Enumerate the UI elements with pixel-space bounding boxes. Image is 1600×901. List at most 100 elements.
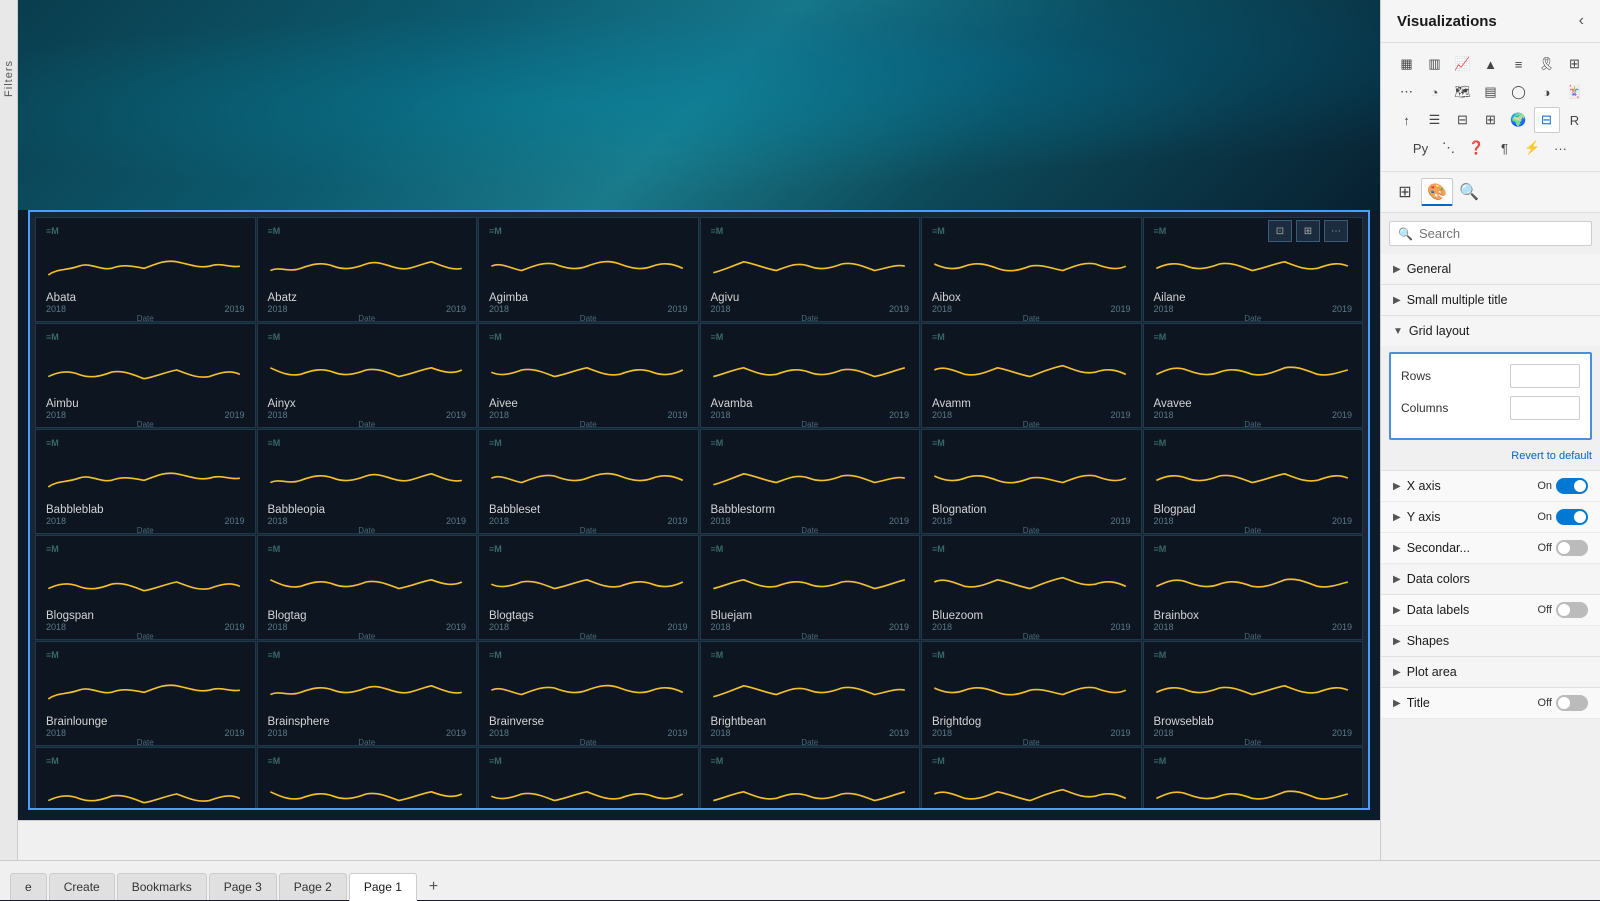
viz-icon-table[interactable]: ⊟ bbox=[1450, 107, 1476, 133]
tab-bookmarks[interactable]: Bookmarks bbox=[117, 873, 207, 900]
viz-cell[interactable]: ≡M Avavee 2018 2019 Date bbox=[1143, 323, 1364, 428]
viz-ctrl-2[interactable]: ⊞ bbox=[1296, 220, 1320, 242]
viz-icon-more[interactable]: ··· bbox=[1548, 135, 1574, 161]
viz-cell[interactable]: ≡M Browsebug 2018 2019 Date bbox=[35, 747, 256, 808]
y-axis-section-header[interactable]: ▶ Y axis bbox=[1393, 510, 1537, 524]
viz-icon-smart[interactable]: ⚡ bbox=[1520, 135, 1546, 161]
viz-cell[interactable]: ≡M Aimbu 2018 2019 Date bbox=[35, 323, 256, 428]
viz-cell[interactable]: ≡M Browseblab 2018 2019 Date bbox=[1143, 641, 1364, 746]
viz-icon-decomp[interactable]: ⋱ bbox=[1436, 135, 1462, 161]
viz-icon-waterfall[interactable]: ⊞ bbox=[1562, 51, 1588, 77]
columns-value[interactable] bbox=[1511, 398, 1580, 418]
viz-icon-donut[interactable]: ◯ bbox=[1506, 79, 1532, 105]
rows-value[interactable] bbox=[1511, 366, 1580, 386]
viz-icon-ribbon[interactable]: 🎗 bbox=[1534, 51, 1560, 77]
viz-icon-r[interactable]: R bbox=[1562, 107, 1588, 133]
viz-icon-smallmultiple[interactable]: ⊟ bbox=[1534, 107, 1560, 133]
viz-icon-matrix[interactable]: ⊞ bbox=[1478, 107, 1504, 133]
viz-icon-scatter[interactable]: ⋯ bbox=[1394, 79, 1420, 105]
viz-cell[interactable]: ≡M Blogtags 2018 2019 Date bbox=[478, 535, 699, 640]
viz-icon-filledmap[interactable]: 🌍 bbox=[1506, 107, 1532, 133]
viz-ctrl-3[interactable]: ⋯ bbox=[1324, 220, 1348, 242]
viz-cell[interactable]: ≡M Brightbean 2018 2019 Date bbox=[700, 641, 921, 746]
viz-icon-pie[interactable]: ◔ bbox=[1422, 79, 1448, 105]
viz-cell[interactable]: ≡M Ainyx 2018 2019 Date bbox=[257, 323, 478, 428]
viz-cell[interactable]: ≡M Babbleblab 2018 2019 Date bbox=[35, 429, 256, 534]
tab-page-3[interactable]: Page 3 bbox=[209, 873, 277, 900]
title-section-header[interactable]: ▶ Title bbox=[1393, 696, 1538, 710]
section-smt-header[interactable]: ▶ Small multiple title bbox=[1381, 285, 1600, 315]
viz-icon-map[interactable]: 🗺 bbox=[1450, 79, 1476, 105]
viz-icon-treemap[interactable]: ▤ bbox=[1478, 79, 1504, 105]
viz-cell[interactable]: ≡M Aibox 2018 2019 Date bbox=[921, 217, 1142, 322]
secondary-toggle-value: Off bbox=[1538, 540, 1588, 556]
section-shapes-header[interactable]: ▶ Shapes bbox=[1381, 626, 1600, 656]
viz-cell[interactable]: ≡M Avamba 2018 2019 Date bbox=[700, 323, 921, 428]
x-axis-section-header[interactable]: ▶ X axis bbox=[1393, 479, 1537, 493]
viz-cell[interactable]: ≡M Brainlounge 2018 2019 Date bbox=[35, 641, 256, 746]
viz-icon-qa[interactable]: ❓ bbox=[1464, 135, 1490, 161]
viz-icon-narrative[interactable]: ¶ bbox=[1492, 135, 1518, 161]
viz-cell[interactable]: ≡M Aivee 2018 2019 Date bbox=[478, 323, 699, 428]
viz-cell[interactable]: ≡M Agimba 2018 2019 Date bbox=[478, 217, 699, 322]
columns-spinbox[interactable]: ▲ ▼ bbox=[1510, 396, 1580, 420]
viz-cell[interactable]: ≡M Avamm 2018 2019 Date bbox=[921, 323, 1142, 428]
viz-icon-kpi[interactable]: ↑ bbox=[1394, 107, 1420, 133]
fields-icon[interactable]: ⊞ bbox=[1389, 178, 1421, 206]
viz-cell[interactable]: ≡M Abatz 2018 2019 Date bbox=[257, 217, 478, 322]
viz-cell[interactable]: ≡M Bluejam 2018 2019 Date bbox=[700, 535, 921, 640]
viz-icon-slicer[interactable]: ☰ bbox=[1422, 107, 1448, 133]
secondary-section-header[interactable]: ▶ Secondar... bbox=[1393, 541, 1538, 555]
rows-spinbox[interactable]: ▲ ▼ bbox=[1510, 364, 1580, 388]
viz-cell[interactable]: ≡M Blogspan 2018 2019 Date bbox=[35, 535, 256, 640]
dl-section-header[interactable]: ▶ Data labels bbox=[1393, 603, 1538, 617]
viz-cell[interactable]: ≡M Bluezoom 2018 2019 Date bbox=[921, 535, 1142, 640]
viz-cell[interactable]: ≡M Brightdog 2018 2019 Date bbox=[921, 641, 1142, 746]
viz-icon-card[interactable]: 🃏 bbox=[1562, 79, 1588, 105]
viz-cell[interactable]: ≡M Browsedrive 2018 2019 Date bbox=[478, 747, 699, 808]
viz-cell[interactable]: ≡M Babbleset 2018 2019 Date bbox=[478, 429, 699, 534]
viz-cell[interactable]: ≡M Blogtag 2018 2019 Date bbox=[257, 535, 478, 640]
viz-container[interactable]: ⊡ ⊞ ⋯ ≡M Abata 2018 2019 Date bbox=[28, 210, 1370, 810]
dl-toggle[interactable] bbox=[1556, 602, 1588, 618]
tab-page-2[interactable]: Page 2 bbox=[279, 873, 347, 900]
viz-cell[interactable]: ≡M Abata 2018 2019 Date bbox=[35, 217, 256, 322]
viz-icon-line[interactable]: 📈 bbox=[1450, 51, 1476, 77]
viz-cell[interactable]: ≡M Agivu 2018 2019 Date bbox=[700, 217, 921, 322]
viz-cell[interactable]: ≡M Brainbox 2018 2019 Date bbox=[1143, 535, 1364, 640]
viz-icon-bar[interactable]: ▦ bbox=[1394, 51, 1420, 77]
viz-cell[interactable]: ≡M Bubblebox 2018 2019 Date bbox=[1143, 747, 1364, 808]
section-gl-header[interactable]: ▼ Grid layout bbox=[1381, 316, 1600, 346]
section-general-header[interactable]: ▶ General bbox=[1381, 254, 1600, 284]
viz-cell[interactable]: ≡M Blogpad 2018 2019 Date bbox=[1143, 429, 1364, 534]
viz-cell[interactable]: ≡M Babblestorm 2018 2019 Date bbox=[700, 429, 921, 534]
viz-icon-py[interactable]: Py bbox=[1408, 135, 1434, 161]
viz-cell[interactable]: ≡M Browsetype 2018 2019 Date bbox=[700, 747, 921, 808]
secondary-toggle[interactable] bbox=[1556, 540, 1588, 556]
yaxis-toggle[interactable] bbox=[1556, 509, 1588, 525]
section-dc-header[interactable]: ▶ Data colors bbox=[1381, 564, 1600, 594]
viz-icon-col[interactable]: ▥ bbox=[1422, 51, 1448, 77]
title-toggle[interactable] bbox=[1556, 695, 1588, 711]
viz-icon-stack[interactable]: ≡ bbox=[1506, 51, 1532, 77]
search-input[interactable] bbox=[1419, 226, 1583, 241]
tab-add-button[interactable]: + bbox=[419, 874, 448, 900]
section-pa-header[interactable]: ▶ Plot area bbox=[1381, 657, 1600, 687]
viz-cell[interactable]: ≡M Browsecat 2018 2019 Date bbox=[257, 747, 478, 808]
viz-cell[interactable]: ≡M Brainsphere 2018 2019 Date bbox=[257, 641, 478, 746]
xaxis-toggle[interactable] bbox=[1556, 478, 1588, 494]
viz-ctrl-1[interactable]: ⊡ bbox=[1268, 220, 1292, 242]
viz-cell[interactable]: ≡M Brainverse 2018 2019 Date bbox=[478, 641, 699, 746]
viz-cell[interactable]: ≡M Babbleopia 2018 2019 Date bbox=[257, 429, 478, 534]
viz-icon-gauge[interactable]: ◑ bbox=[1534, 79, 1560, 105]
tab-page-1[interactable]: Page 1 bbox=[349, 873, 417, 901]
panel-collapse-btn[interactable]: ‹ bbox=[1579, 12, 1584, 30]
viz-cell[interactable]: ≡M Blognation 2018 2019 Date bbox=[921, 429, 1142, 534]
tab-create[interactable]: Create bbox=[49, 873, 115, 900]
viz-icon-area[interactable]: ▲ bbox=[1478, 51, 1504, 77]
format-icon[interactable]: 🎨 bbox=[1421, 178, 1453, 206]
analytics-icon[interactable]: 🔍 bbox=[1453, 178, 1485, 206]
tab-e[interactable]: e bbox=[10, 873, 47, 900]
revert-to-default[interactable]: Revert to default bbox=[1381, 446, 1600, 470]
viz-cell[interactable]: ≡M Browsezoom 2018 2019 Date bbox=[921, 747, 1142, 808]
